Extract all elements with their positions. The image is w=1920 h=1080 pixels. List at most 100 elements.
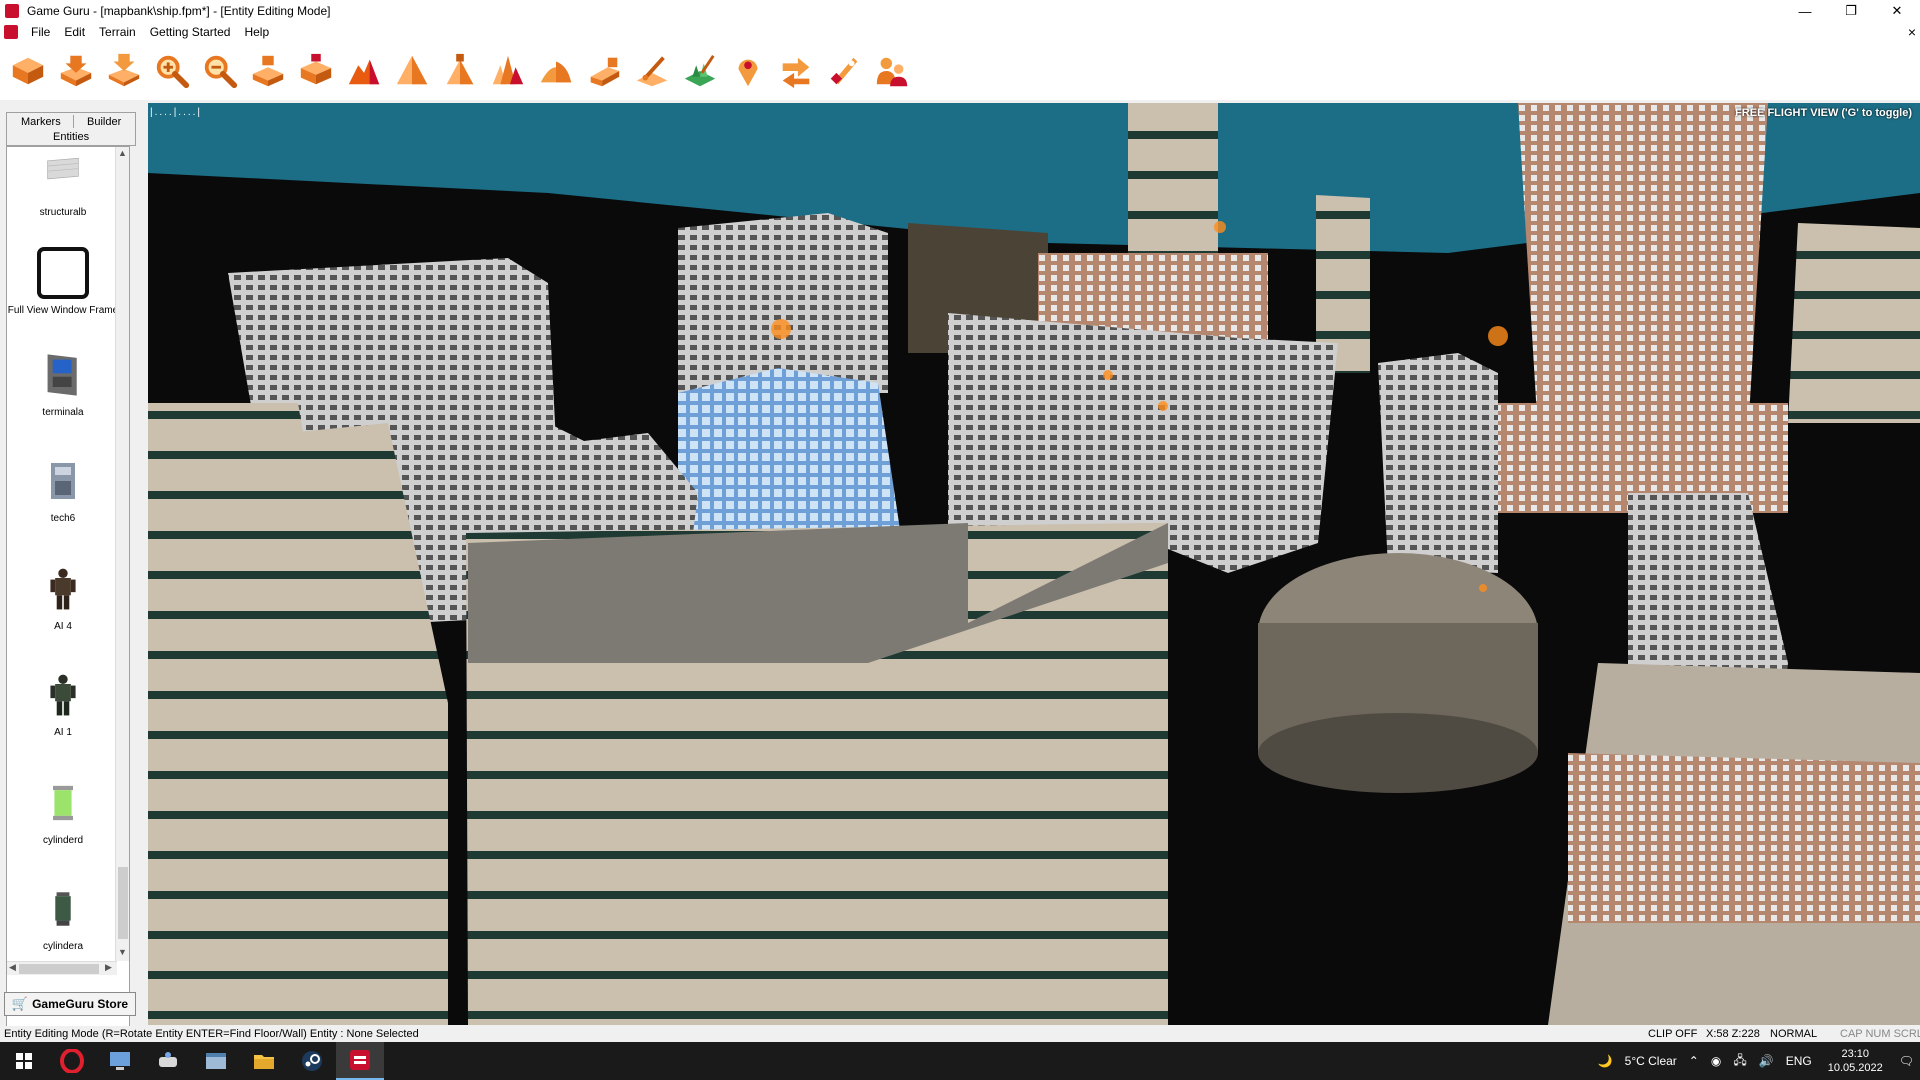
scroll-up-arrow-icon[interactable]: ▲	[118, 148, 127, 158]
status-clip: CLIP OFF	[1648, 1028, 1698, 1040]
terrain-dome-button[interactable]	[534, 49, 578, 93]
entity-list: structuralb Full View Window Frame termi…	[6, 146, 130, 1062]
windows-logo-icon	[16, 1053, 32, 1069]
scroll-down-arrow-icon[interactable]: ▼	[118, 947, 127, 957]
gameguru-store-button[interactable]: 🛒 GameGuru Store	[4, 992, 136, 1016]
entity-list-horizontal-scrollbar[interactable]: ◀ ▶	[7, 961, 117, 975]
window-frame-thumbnail	[35, 245, 91, 301]
open-level-button[interactable]	[54, 49, 98, 93]
start-button[interactable]	[0, 1042, 48, 1080]
entity-terminala[interactable]: terminala	[7, 347, 119, 419]
windows-taskbar: 🌙 5°C Clear ⌃ ◉ 🖧 🔊 ENG 23:10 10.05.2022…	[0, 1042, 1920, 1080]
horizontal-scroll-thumb[interactable]	[19, 964, 99, 974]
entity-list-vertical-scrollbar[interactable]: ▲ ▼	[115, 147, 129, 961]
taskbar-app-2[interactable]	[144, 1042, 192, 1080]
terrain-peaks-icon	[492, 55, 524, 85]
status-keys: CAP NUM SCRL	[1840, 1028, 1920, 1040]
joystick-app-icon	[159, 1052, 177, 1067]
network-icon[interactable]: 🖧	[1733, 1051, 1746, 1072]
menu-edit[interactable]: Edit	[57, 25, 92, 39]
status-bar: Entity Editing Mode (R=Rotate Entity ENT…	[0, 1026, 1920, 1042]
weather-icon[interactable]: 🌙	[1598, 1054, 1613, 1068]
clock-time: 23:10	[1841, 1048, 1869, 1060]
taskbar-app-1[interactable]	[96, 1042, 144, 1080]
zoom-in-button[interactable]	[150, 49, 194, 93]
terrain-lower-button[interactable]	[294, 49, 338, 93]
new-level-button[interactable]	[6, 49, 50, 93]
entity-cylinderd[interactable]: cylinderd	[7, 775, 119, 847]
tech6-thumbnail	[35, 453, 91, 509]
tab-markers[interactable]: Markers	[21, 116, 61, 128]
waypoint-button[interactable]	[726, 49, 770, 93]
terrain-ramp-button[interactable]	[438, 49, 482, 93]
cylindera-thumbnail	[35, 881, 91, 937]
tray-overflow-icon[interactable]: ⌃	[1689, 1054, 1699, 1068]
title-bar: Game Guru - [mapbank\ship.fpm*] - [Entit…	[0, 0, 1920, 22]
open-level-icon	[60, 55, 92, 87]
steam-icon	[302, 1051, 322, 1071]
entity-label: cylindera	[42, 941, 84, 952]
entity-label: tech6	[50, 513, 76, 524]
entity-sidebar: Markers Builder Entities structuralb Ful…	[0, 100, 144, 1062]
entity-label: terminala	[42, 407, 84, 418]
zoom-out-button[interactable]	[198, 49, 242, 93]
cart-icon: 🛒	[11, 996, 29, 1011]
entity-cylindera[interactable]: cylindera	[7, 881, 119, 953]
entity-full-view-window-frame[interactable]: Full View Window Frame	[7, 245, 119, 317]
entity-label: cylinderd	[42, 835, 84, 846]
notification-icon[interactable]: 🗨	[1899, 1054, 1914, 1068]
flight-view-indicator: FREE FLIGHT VIEW ('G' to toggle)	[1735, 107, 1912, 119]
entity-tech6[interactable]: tech6	[7, 453, 119, 525]
minimize-button[interactable]: —	[1782, 0, 1828, 22]
entity-ai-1[interactable]: AI 1	[7, 667, 119, 739]
terrain-raise-button[interactable]	[246, 49, 290, 93]
system-tray: 🌙 5°C Clear ⌃ ◉ 🖧 🔊 ENG 23:10 10.05.2022…	[1592, 1042, 1920, 1080]
terrain-lower-icon	[300, 53, 332, 85]
weather-text[interactable]: 5°C Clear	[1625, 1054, 1677, 1068]
vertical-scroll-thumb[interactable]	[118, 867, 128, 939]
taskbar-steam[interactable]	[288, 1042, 336, 1080]
social-vr-button[interactable]	[870, 49, 914, 93]
menu-terrain[interactable]: Terrain	[92, 25, 143, 39]
grass-paint-button[interactable]	[678, 49, 722, 93]
entity-label: AI 1	[54, 727, 72, 738]
maximize-button[interactable]: ❐	[1828, 0, 1874, 22]
tab-builder[interactable]: Builder	[87, 116, 121, 128]
entity-structuralb[interactable]: structuralb	[7, 147, 119, 219]
terrain-paint-button[interactable]	[630, 49, 674, 93]
terrain-paint-icon	[636, 56, 668, 87]
terrain-mountain-button[interactable]	[342, 49, 386, 93]
window-controls: — ❐ ✕	[1782, 0, 1920, 22]
terrain-blend-icon	[396, 55, 428, 85]
menu-help[interactable]: Help	[237, 25, 276, 39]
scroll-left-arrow-icon[interactable]: ◀	[9, 962, 16, 973]
document-close-button[interactable]: ×	[1908, 24, 1916, 40]
gameguru-icon	[350, 1050, 370, 1070]
menu-getting-started[interactable]: Getting Started	[143, 25, 238, 39]
test-game-button[interactable]	[822, 49, 866, 93]
taskbar-app-3[interactable]	[192, 1042, 240, 1080]
steam-tray-icon[interactable]: ◉	[1711, 1054, 1721, 1068]
entity-ai-4[interactable]: AI 4	[7, 561, 119, 633]
sidebar-tabs: Markers Builder Entities	[6, 112, 136, 146]
terrain-peaks-button[interactable]	[486, 49, 530, 93]
clock[interactable]: 23:10 10.05.2022	[1828, 1047, 1883, 1075]
volume-icon[interactable]: 🔊	[1759, 1054, 1774, 1068]
social-vr-icon	[876, 57, 908, 87]
waypoint-icon	[738, 59, 758, 87]
taskbar-file-explorer[interactable]	[240, 1042, 288, 1080]
terrain-blend-button[interactable]	[390, 49, 434, 93]
entity-move-button[interactable]	[774, 49, 818, 93]
document-icon[interactable]	[4, 25, 18, 39]
gameguru-app-icon[interactable]	[5, 4, 19, 18]
language-indicator[interactable]: ENG	[1786, 1054, 1812, 1068]
3d-viewport[interactable]: |....|....| FREE FLIGHT VIEW ('G' to tog…	[148, 103, 1920, 1025]
close-button[interactable]: ✕	[1874, 0, 1920, 22]
taskbar-opera[interactable]	[48, 1042, 96, 1080]
tab-entities[interactable]: Entities	[53, 131, 89, 143]
menu-file[interactable]: File	[24, 25, 57, 39]
taskbar-gameguru[interactable]	[336, 1042, 384, 1080]
scroll-right-arrow-icon[interactable]: ▶	[105, 962, 112, 973]
save-level-button[interactable]	[102, 49, 146, 93]
terrain-flatten-button[interactable]	[582, 49, 626, 93]
